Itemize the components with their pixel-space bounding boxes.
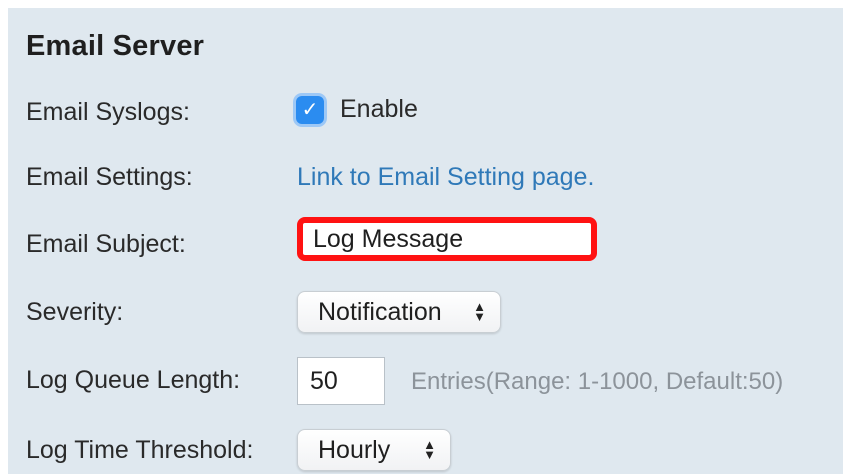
enable-checkbox[interactable]: ✓ (296, 95, 324, 124)
email-server-panel: Email Server Email Syslogs: ✓ Enable Ema… (8, 8, 843, 474)
email-settings-label: Email Settings: (26, 163, 193, 191)
log-queue-length-input[interactable] (297, 357, 385, 405)
log-time-threshold-label: Log Time Threshold: (26, 436, 254, 464)
enable-checkbox-label[interactable]: Enable (340, 95, 418, 124)
log-queue-length-hint: Entries(Range: 1-1000, Default:50) (411, 368, 784, 395)
select-arrows-icon: ▲ ▼ (473, 299, 486, 324)
email-subject-label: Email Subject: (26, 230, 186, 258)
email-setting-page-link[interactable]: Link to Email Setting page. (297, 163, 594, 192)
email-subject-input[interactable] (297, 217, 597, 261)
select-arrows-icon: ▲ ▼ (423, 437, 436, 462)
log-time-threshold-selected-value: Hourly (318, 435, 391, 464)
severity-selected-value: Notification (318, 297, 442, 326)
email-syslogs-enable[interactable]: ✓ Enable (296, 95, 418, 124)
severity-label: Severity: (26, 298, 124, 326)
log-time-threshold-select[interactable]: Hourly ▲ ▼ (297, 429, 451, 471)
section-title: Email Server (26, 30, 205, 62)
checkmark-icon: ✓ (301, 99, 319, 121)
log-queue-length-label: Log Queue Length: (26, 366, 241, 394)
email-syslogs-label: Email Syslogs: (26, 98, 190, 126)
severity-select[interactable]: Notification ▲ ▼ (297, 291, 501, 333)
